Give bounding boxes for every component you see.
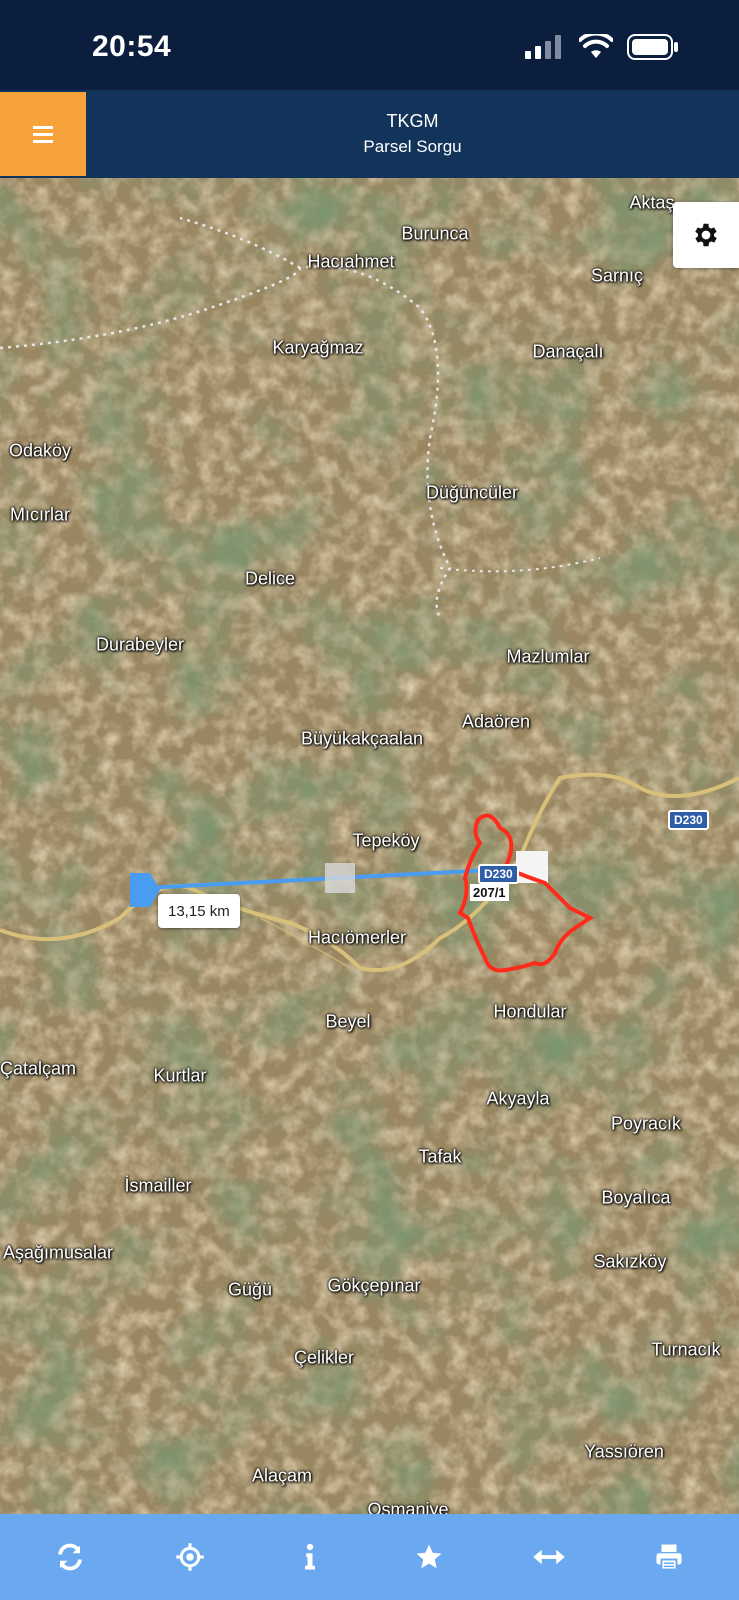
favorite-button[interactable] (399, 1527, 459, 1587)
place-label: Mazlumlar (506, 646, 590, 667)
place-label: Kurtlar (153, 1065, 207, 1086)
place-label: Hondular (493, 1001, 567, 1022)
info-icon (304, 1543, 315, 1570)
place-label: Tafak (418, 1146, 462, 1167)
status-time: 20:54 (92, 30, 172, 63)
info-button[interactable] (280, 1527, 340, 1587)
refresh-button[interactable] (40, 1527, 100, 1587)
signal-icon (525, 35, 561, 59)
place-label: Delice (244, 568, 296, 589)
place-label: Mıcırlar (10, 504, 70, 525)
place-label: Büyükakçaalan (300, 728, 424, 749)
satellite-map[interactable]: Aktaş Burunca Hacıahmet Sarnıç Karyağmaz… (0, 178, 739, 1514)
place-label: Düğüncüler (425, 482, 519, 503)
place-label: Poyracık (610, 1113, 682, 1134)
place-label: Boyalıca (601, 1187, 671, 1208)
app-title: TKGM (386, 111, 439, 131)
place-label: Karyağmaz (272, 337, 364, 358)
place-label: Hacıahmet (307, 251, 395, 272)
measure-button[interactable] (519, 1527, 579, 1587)
app-subtitle: Parsel Sorgu (363, 137, 462, 156)
place-label: Akyayla (486, 1088, 550, 1109)
status-icons (525, 34, 679, 60)
place-label: Tepeköy (352, 830, 420, 851)
place-label: Hacıömerler (307, 927, 407, 948)
place-label: Odaköy (8, 440, 72, 461)
place-label: Gökçepınar (327, 1275, 421, 1296)
map-settings-button[interactable] (673, 202, 739, 268)
place-label: Osmaniye (367, 1499, 449, 1515)
place-label: Adaören (461, 711, 531, 732)
measure-icon (533, 1549, 566, 1565)
place-label: Durabeyler (95, 634, 185, 655)
locate-button[interactable] (160, 1527, 220, 1587)
measure-distance-label: 13,15 km (158, 894, 240, 928)
menu-button[interactable] (0, 92, 86, 176)
place-label: Çatalçam (0, 1058, 77, 1079)
status-bar: 20:54 (0, 0, 739, 90)
place-label: Beyel (325, 1011, 371, 1032)
print-button[interactable] (639, 1527, 699, 1587)
gear-icon (695, 223, 717, 247)
place-label: Güğü (227, 1279, 273, 1300)
star-icon (416, 1544, 442, 1569)
place-label: Turnacık (651, 1339, 721, 1360)
place-label: Alaçam (251, 1465, 313, 1486)
place-label: Danaçalı (532, 341, 604, 362)
wifi-icon (579, 34, 613, 58)
road-shield: D230 (478, 864, 519, 884)
refresh-icon (58, 1543, 82, 1571)
place-label: Sakızköy (593, 1251, 667, 1272)
place-label: Yassıören (584, 1441, 664, 1462)
place-label: Burunca (401, 223, 469, 244)
place-label: Çelikler (293, 1347, 355, 1368)
parcel-label[interactable]: 207/1 (470, 884, 509, 901)
bottom-toolbar (0, 1514, 739, 1600)
locate-icon (175, 1543, 204, 1571)
place-label: Sarnıç (590, 265, 644, 286)
print-icon (656, 1544, 682, 1571)
place-label: Aşağımusalar (2, 1242, 114, 1263)
place-label: Aktaş (629, 192, 675, 213)
header-titles: TKGM Parsel Sorgu (86, 90, 739, 178)
place-label: İsmailler (124, 1175, 192, 1196)
battery-icon (627, 34, 678, 60)
app-header: TKGM Parsel Sorgu (0, 90, 739, 178)
road-shield: D230 (668, 810, 709, 830)
hamburger-menu-icon (33, 126, 53, 143)
